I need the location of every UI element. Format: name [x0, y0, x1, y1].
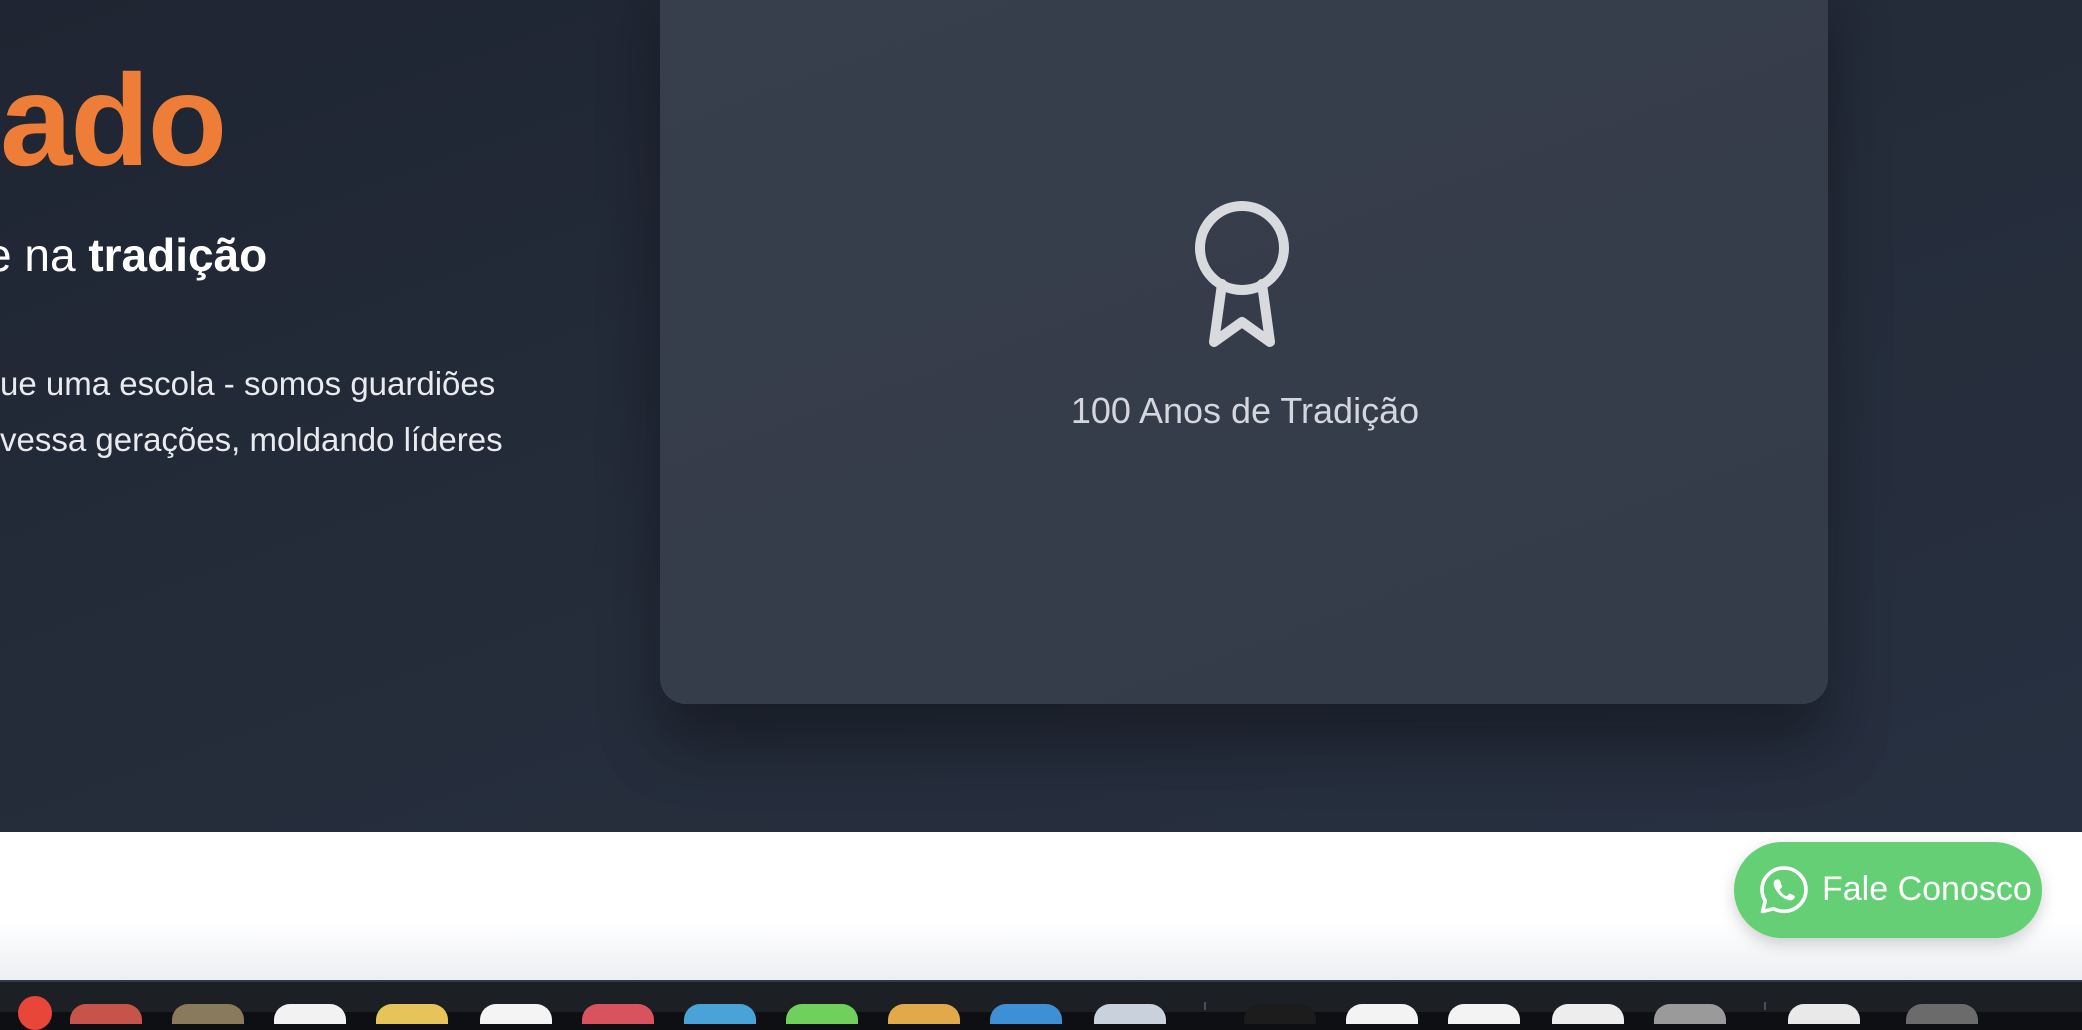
dock-app-icon[interactable] — [480, 1004, 552, 1024]
dock-separator — [1764, 1002, 1766, 1010]
hero-subtitle-prefix: e na — [0, 229, 76, 281]
dock-app-icon[interactable] — [684, 1004, 756, 1024]
whatsapp-contact-button[interactable]: Fale Conosco — [1734, 842, 2042, 938]
hero-description-line: vessa gerações, moldando líderes — [0, 421, 503, 458]
dock-app-icon[interactable] — [70, 1004, 142, 1024]
dock-app-icon[interactable] — [172, 1004, 244, 1024]
hero-description-line: ue uma escola - somos guardiões — [0, 365, 496, 402]
hero-description: ue uma escola - somos guardiões vessa ge… — [0, 356, 600, 468]
dock-app-icon[interactable] — [786, 1004, 858, 1024]
hero-heading: ado — [0, 40, 227, 200]
whatsapp-button-label: Fale Conosco — [1822, 870, 2032, 908]
dock-app-icon[interactable] — [1654, 1004, 1726, 1024]
tradition-card-label: 100 Anos de Tradição — [1070, 390, 1420, 431]
dock-separator — [1204, 1002, 1206, 1010]
dock-app-icon[interactable] — [1448, 1004, 1520, 1024]
dock-app-icon[interactable] — [1346, 1004, 1418, 1024]
dock-app-icon[interactable] — [1552, 1004, 1624, 1024]
hero-section: ado e na tradição ue uma escola - somos … — [0, 0, 2082, 832]
dock-app-icon[interactable] — [582, 1004, 654, 1024]
dock-app-icon[interactable] — [1094, 1004, 1166, 1024]
hero-subtitle: e na tradição — [0, 228, 267, 282]
dock-app-icon[interactable] — [376, 1004, 448, 1024]
notification-badge — [18, 996, 52, 1030]
hero-heading-text: ado — [0, 47, 227, 193]
dock-app-icon[interactable] — [1906, 1004, 1978, 1024]
dock-app-icon[interactable] — [990, 1004, 1062, 1024]
hero-subtitle-bold: tradição — [88, 229, 268, 281]
whatsapp-icon — [1760, 866, 1808, 914]
dock-app-icon[interactable] — [1244, 1004, 1316, 1024]
award-ribbon-icon — [1195, 201, 1289, 347]
dock-app-icon[interactable] — [888, 1004, 960, 1024]
dock-app-icon[interactable] — [1788, 1004, 1860, 1024]
tradition-card — [660, 0, 1828, 704]
dock-app-icon[interactable] — [274, 1004, 346, 1024]
